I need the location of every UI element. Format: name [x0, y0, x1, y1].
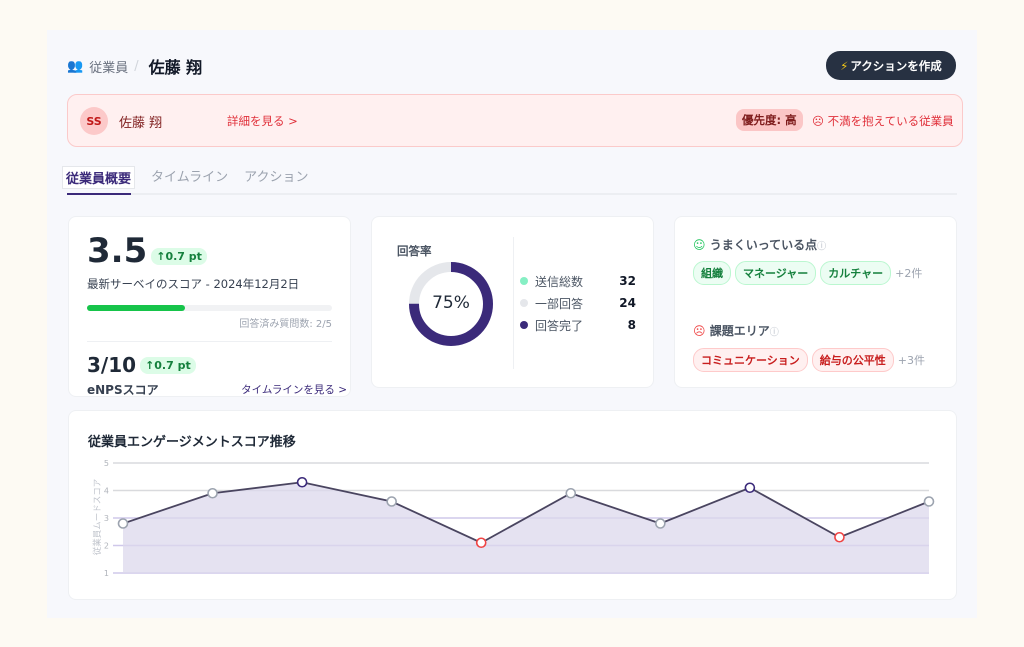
- tag: 組織: [693, 261, 731, 285]
- tag: 給与の公平性: [811, 348, 894, 372]
- legend-label: 送信総数: [535, 274, 584, 289]
- y-tick-label: 3: [104, 514, 109, 523]
- active-tab-indicator: [67, 193, 131, 195]
- response-percent: 75%: [432, 293, 470, 313]
- divider: [513, 237, 514, 369]
- employee-name: 佐藤 翔: [119, 116, 163, 131]
- tab-timeline[interactable]: タイムライン: [151, 166, 228, 189]
- data-point[interactable]: [386, 496, 397, 507]
- view-timeline-link[interactable]: タイムラインを見る >: [241, 382, 347, 397]
- enps-score: 3/10: [87, 353, 137, 377]
- legend-value: 32: [619, 274, 636, 288]
- priority-badge: 優先度: 高: [736, 109, 803, 131]
- progress-bar: [87, 305, 332, 311]
- create-action-button[interactable]: ⚡ アクションを作成: [826, 51, 956, 80]
- breadcrumb-separator: /: [134, 58, 139, 74]
- legend-value: 24: [619, 296, 636, 310]
- enps-delta-badge: ↑0.7 pt: [140, 356, 196, 374]
- progress-label: 回答済み質問数: 2/5: [239, 319, 332, 330]
- people-icon: 👥: [67, 58, 84, 74]
- avatar: SS: [80, 107, 108, 135]
- response-rate-card: 回答率 75% 送信総数 32 一部回答 24 回答完了 8: [371, 216, 654, 388]
- status-label: 不満を抱えている従業員: [827, 114, 954, 128]
- issue-tags: コミュニケーション 給与の公平性 +3件: [693, 348, 925, 372]
- strengths-title: ☺ うまくいっている点ⓘ: [693, 236, 826, 253]
- tag: コミュニケーション: [693, 348, 808, 372]
- legend-dot: [520, 321, 528, 329]
- y-tick-label: 5: [104, 459, 109, 468]
- score-card: 3.5 ↑0.7 pt 最新サーベイのスコア - 2024年12月2日 回答済み…: [68, 216, 351, 397]
- employee-alert-banner: SS 佐藤 翔 詳細を見る > 優先度: 高 ☹ 不満を抱えている従業員: [67, 94, 963, 147]
- y-tick-label: 4: [104, 487, 109, 496]
- sad-face-icon: ☹: [693, 324, 710, 338]
- legend-label: 回答完了: [535, 318, 584, 333]
- legend-complete: 回答完了 8: [520, 314, 636, 336]
- data-point[interactable]: [923, 496, 935, 507]
- data-point[interactable]: [207, 487, 218, 499]
- more-tags[interactable]: +3件: [898, 354, 925, 367]
- y-tick-label: 1: [104, 569, 109, 578]
- legend-value: 8: [627, 318, 636, 332]
- view-details-link[interactable]: 詳細を見る >: [227, 113, 298, 129]
- issues-title: ☹ 課題エリアⓘ: [693, 322, 779, 339]
- data-point[interactable]: [834, 531, 845, 543]
- tab-divider: [67, 193, 957, 195]
- legend-sent: 送信総数 32: [520, 270, 636, 292]
- response-rate-title: 回答率: [397, 244, 432, 258]
- y-tick-label: 2: [104, 542, 109, 551]
- smile-icon: ☺: [693, 238, 710, 252]
- more-tags[interactable]: +2件: [895, 267, 922, 280]
- page-title: 佐藤 翔: [148, 58, 203, 77]
- legend-label: 一部回答: [535, 296, 584, 311]
- help-icon[interactable]: ⓘ: [817, 242, 826, 252]
- legend-dot: [520, 299, 528, 307]
- breadcrumb: 👥 従業員 / 佐藤 翔: [67, 54, 202, 78]
- tab-overview[interactable]: 従業員概要: [62, 166, 136, 189]
- survey-score: 3.5: [87, 231, 148, 271]
- enps-label: eNPSスコア: [87, 383, 159, 397]
- tag: カルチャー: [820, 261, 892, 285]
- data-point[interactable]: [744, 482, 756, 494]
- data-point[interactable]: [296, 476, 308, 488]
- breadcrumb-parent[interactable]: 従業員: [89, 57, 128, 76]
- area-fill: [123, 482, 929, 573]
- progress-fill: [87, 305, 185, 311]
- legend-partial: 一部回答 24: [520, 292, 636, 314]
- insights-card: ☺ うまくいっている点ⓘ 組織 マネージャー カルチャー +2件 ☹ 課題エリアⓘ コ…: [674, 216, 957, 388]
- response-legend: 送信総数 32 一部回答 24 回答完了 8: [520, 270, 636, 336]
- tab-actions[interactable]: アクション: [244, 166, 308, 189]
- data-point[interactable]: [655, 518, 666, 529]
- main-panel: 👥 従業員 / 佐藤 翔 ⚡ アクションを作成 SS 佐藤 翔 詳細を見る > …: [47, 30, 977, 618]
- data-point[interactable]: [117, 518, 129, 529]
- lightning-icon: ⚡: [840, 58, 849, 73]
- issues-title-text: 課題エリア: [709, 324, 770, 338]
- tab-bar: 従業員概要 タイムライン アクション: [62, 166, 308, 189]
- create-action-label: アクションを作成: [850, 58, 942, 73]
- data-point[interactable]: [565, 487, 577, 499]
- survey-caption: 最新サーベイのスコア - 2024年12月2日: [87, 277, 300, 291]
- legend-dot: [520, 277, 528, 285]
- help-icon[interactable]: ⓘ: [770, 328, 779, 338]
- engagement-chart-card: 従業員エンゲージメントスコア推移 従業員ムードスコア 12345: [68, 410, 957, 600]
- status-badge: ☹ 不満を抱えている従業員: [812, 113, 954, 129]
- line-chart: 1 2 3 4 5: [104, 459, 935, 578]
- score-delta-badge: ↑0.7 pt: [151, 248, 207, 265]
- data-point[interactable]: [475, 537, 487, 549]
- divider: [87, 341, 332, 342]
- strength-tags: 組織 マネージャー カルチャー +2件: [693, 261, 922, 285]
- sad-face-icon: ☹: [812, 114, 828, 128]
- strengths-title-text: うまくいっている点: [709, 238, 818, 252]
- tag: マネージャー: [735, 261, 817, 285]
